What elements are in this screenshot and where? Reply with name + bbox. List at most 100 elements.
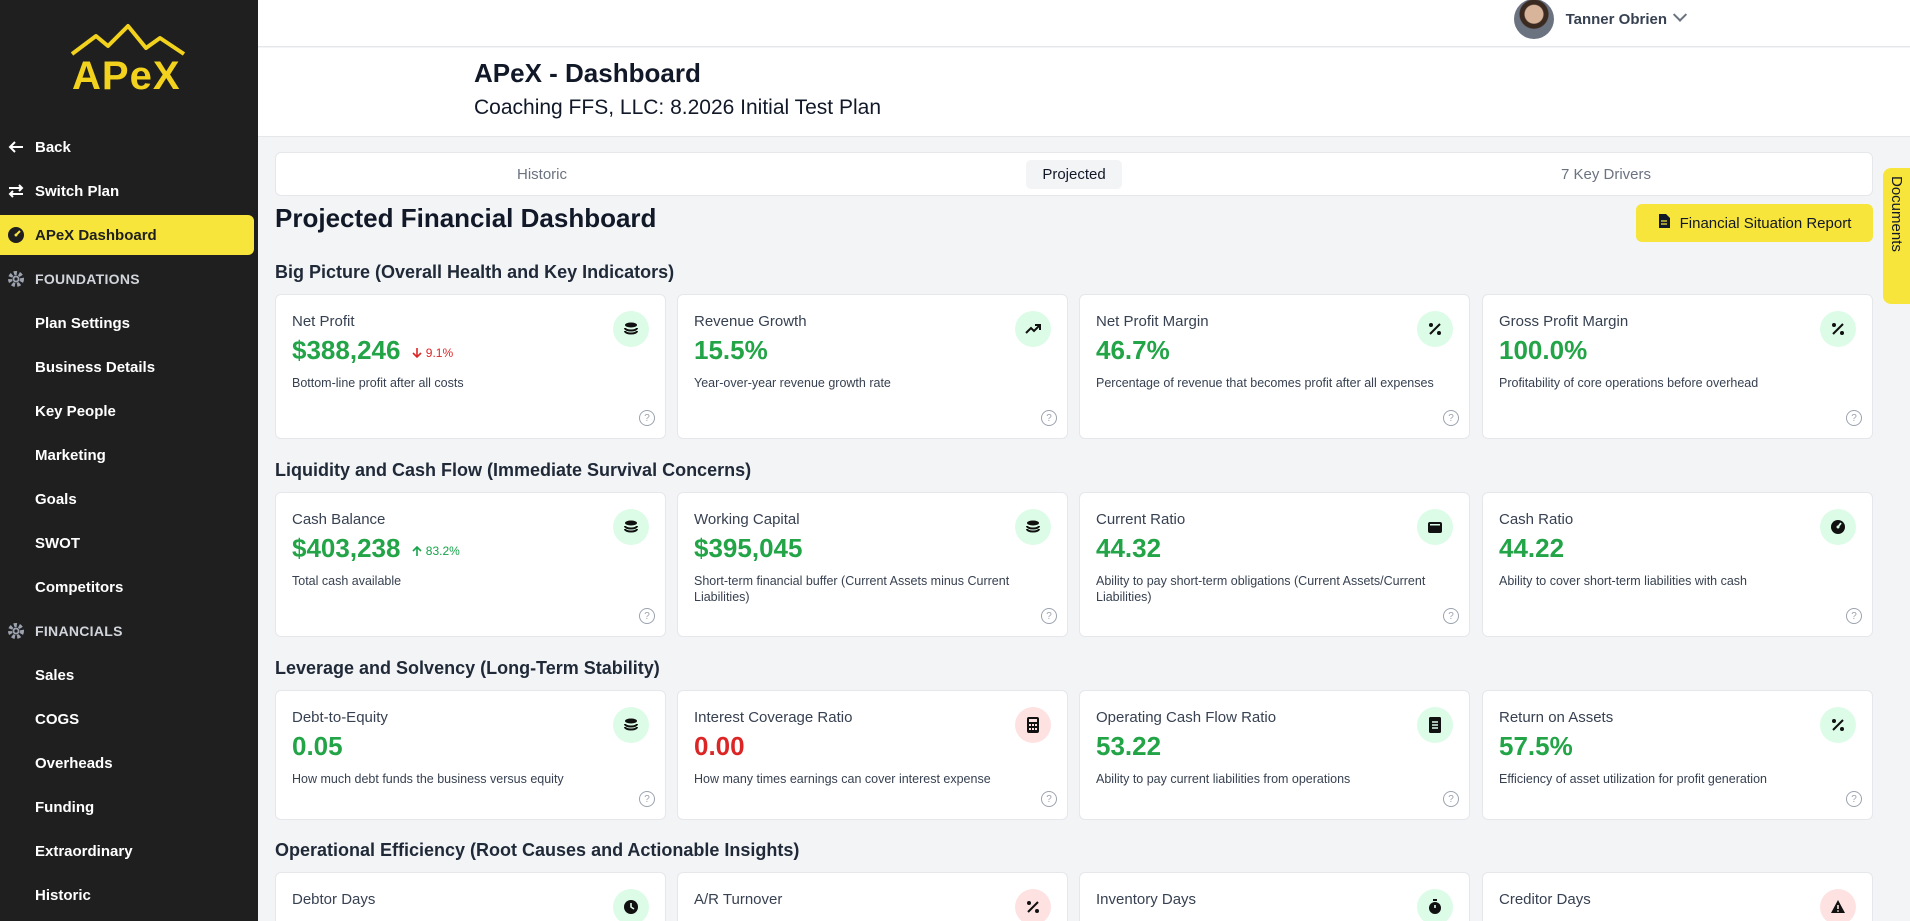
kpi-card-operating-cash-flow-ratio[interactable]: Operating Cash Flow Ratio 53.22 Ability … <box>1079 690 1470 820</box>
section-title: Big Picture (Overall Health and Key Indi… <box>275 262 675 282</box>
sidebar-item-swot[interactable]: SWOT <box>0 523 254 563</box>
help-icon[interactable]: ? <box>639 410 655 426</box>
sidebar-item-label: Plan Settings <box>35 314 131 332</box>
help-icon[interactable]: ? <box>1846 410 1862 426</box>
sidebar-item-overheads[interactable]: Overheads <box>0 743 254 783</box>
help-icon[interactable]: ? <box>639 791 655 807</box>
user-menu[interactable]: Tanner Obrien <box>1513 0 1688 39</box>
kpi-value: $395,045 <box>694 533 803 563</box>
top-bar: Tanner Obrien <box>258 0 1910 47</box>
kpi-card-creditor-days[interactable]: Creditor Days <box>1482 872 1873 921</box>
help-icon[interactable]: ? <box>1443 410 1459 426</box>
sidebar-item-label: Marketing <box>35 446 106 464</box>
kpi-description: Percentage of revenue that becomes profi… <box>1096 376 1434 390</box>
tab-historic[interactable]: Historic <box>276 160 808 189</box>
help-icon[interactable]: ? <box>1443 791 1459 807</box>
kpi-description: Efficiency of asset utilization for prof… <box>1499 772 1767 786</box>
sidebar-item-label: Key People <box>35 402 116 420</box>
coins-icon <box>1015 509 1051 545</box>
kpi-value-text: $388,246 <box>292 335 401 365</box>
kpi-card-working-capital[interactable]: Working Capital $395,045 Short-term fina… <box>677 492 1068 637</box>
kpi-label: Operating Cash Flow Ratio <box>1096 709 1277 726</box>
kpi-card-ar-turnover[interactable]: A/R Turnover <box>677 872 1068 921</box>
help-icon[interactable]: ? <box>1443 608 1459 624</box>
kpi-card-interest-coverage-ratio[interactable]: Interest Coverage Ratio 0.00 How many ti… <box>677 690 1068 820</box>
sidebar-item-sales[interactable]: Sales <box>0 655 254 695</box>
gauge-icon <box>1820 509 1856 545</box>
help-icon[interactable]: ? <box>639 608 655 624</box>
section-title: Leverage and Solvency (Long-Term Stabili… <box>275 658 660 678</box>
help-icon[interactable]: ? <box>1041 410 1057 426</box>
apex-logo[interactable]: APeX <box>68 22 188 102</box>
kpi-card-current-ratio[interactable]: Current Ratio 44.32 Ability to pay short… <box>1079 492 1470 637</box>
gear-icon <box>7 622 25 640</box>
documents-tab[interactable]: Documents <box>1883 168 1910 304</box>
kpi-description: Profitability of core operations before … <box>1499 376 1759 390</box>
help-icon[interactable]: ? <box>1846 791 1862 807</box>
page-title: APeX - Dashboard <box>474 58 701 88</box>
kpi-label: Debt-to-Equity <box>292 709 388 726</box>
kpi-label: Gross Profit Margin <box>1499 313 1629 330</box>
document-icon <box>1417 707 1453 743</box>
kpi-description: Ability to cover short-term liabilities … <box>1499 574 1747 588</box>
tab-7-key-drivers[interactable]: 7 Key Drivers <box>1340 160 1872 189</box>
kpi-card-cash-ratio[interactable]: Cash Ratio 44.22 Ability to cover short-… <box>1482 492 1873 637</box>
kpi-label: Cash Balance <box>292 511 386 528</box>
sidebar-item-apex-dashboard[interactable]: APeX Dashboard <box>0 215 254 255</box>
financial-situation-report-button[interactable]: Financial Situation Report <box>1636 204 1873 242</box>
kpi-card-debt-to-equity[interactable]: Debt-to-Equity 0.05 How much debt funds … <box>275 690 666 820</box>
stopwatch-icon <box>1417 889 1453 921</box>
sidebar-item-key-people[interactable]: Key People <box>0 391 254 431</box>
sidebar-item-historic[interactable]: Historic <box>0 875 254 915</box>
sidebar-item-back[interactable]: Back <box>0 127 254 167</box>
arrow-up-icon <box>412 545 423 556</box>
kpi-delta-text: 83.2% <box>425 544 460 558</box>
logo-text: APeX <box>72 54 181 98</box>
kpi-description: Ability to pay current liabilities from … <box>1096 772 1351 786</box>
kpi-card-inventory-days[interactable]: Inventory Days <box>1079 872 1470 921</box>
sidebar-item-switch-plan[interactable]: Switch Plan <box>0 171 254 211</box>
sidebar-item-plan-settings[interactable]: Plan Settings <box>0 303 254 343</box>
sidebar-item-label: SWOT <box>35 534 80 552</box>
kpi-delta: 83.2% <box>412 544 460 558</box>
help-icon[interactable]: ? <box>1041 608 1057 624</box>
sidebar-item-competitors[interactable]: Competitors <box>0 567 254 607</box>
sidebar: APeX Back Switch Plan APeX Dashboard FOU… <box>0 0 258 921</box>
sidebar-section-foundations[interactable]: FOUNDATIONS <box>0 259 254 299</box>
sidebar-item-marketing[interactable]: Marketing <box>0 435 254 475</box>
kpi-card-revenue-growth[interactable]: Revenue Growth 15.5% Year-over-year reve… <box>677 294 1068 439</box>
tab-projected[interactable]: Projected <box>808 159 1340 189</box>
sidebar-item-label: Sales <box>35 666 75 684</box>
kpi-description: Short-term financial buffer (Current Ass… <box>694 574 1010 604</box>
tab-label: Historic <box>516 165 567 183</box>
kpi-value-text: $403,238 <box>292 533 401 563</box>
sidebar-item-goals[interactable]: Goals <box>0 479 254 519</box>
section-title: Operational Efficiency (Root Causes and … <box>275 840 800 860</box>
chevron-down-icon <box>1672 7 1688 22</box>
report-button-label: Financial Situation Report <box>1679 214 1852 232</box>
sidebar-section-financials[interactable]: FINANCIALS <box>0 611 254 651</box>
sidebar-item-extraordinary[interactable]: Extraordinary <box>0 831 254 871</box>
dashboard-icon <box>7 226 25 244</box>
kpi-card-return-on-assets[interactable]: Return on Assets 57.5% Efficiency of ass… <box>1482 690 1873 820</box>
help-icon[interactable]: ? <box>1041 791 1057 807</box>
kpi-label: Working Capital <box>694 511 800 528</box>
kpi-card-cash-balance[interactable]: Cash Balance $403,238 83.2% Total cash a… <box>275 492 666 637</box>
kpi-card-debtor-days[interactable]: Debtor Days <box>275 872 666 921</box>
kpi-value: 44.22 <box>1499 533 1565 563</box>
sidebar-item-business-details[interactable]: Business Details <box>0 347 254 387</box>
kpi-value: 0.05 <box>292 731 343 761</box>
sidebar-item-funding[interactable]: Funding <box>0 787 254 827</box>
view-tabs: Historic Projected 7 Key Drivers <box>275 152 1873 196</box>
kpi-card-net-profit-margin[interactable]: Net Profit Margin 46.7% Percentage of re… <box>1079 294 1470 439</box>
avatar[interactable] <box>1513 0 1554 39</box>
arrow-left-icon <box>7 138 25 156</box>
kpi-value: 100.0% <box>1499 335 1588 365</box>
kpi-card-net-profit[interactable]: Net Profit $388,246 9.1% Bottom-line pro… <box>275 294 666 439</box>
kpi-value: 46.7% <box>1096 335 1170 365</box>
kpi-label: Cash Ratio <box>1499 511 1574 528</box>
dashboard-title: Projected Financial Dashboard <box>275 203 657 233</box>
kpi-card-gross-profit-margin[interactable]: Gross Profit Margin 100.0% Profitability… <box>1482 294 1873 439</box>
sidebar-item-cogs[interactable]: COGS <box>0 699 254 739</box>
help-icon[interactable]: ? <box>1846 608 1862 624</box>
